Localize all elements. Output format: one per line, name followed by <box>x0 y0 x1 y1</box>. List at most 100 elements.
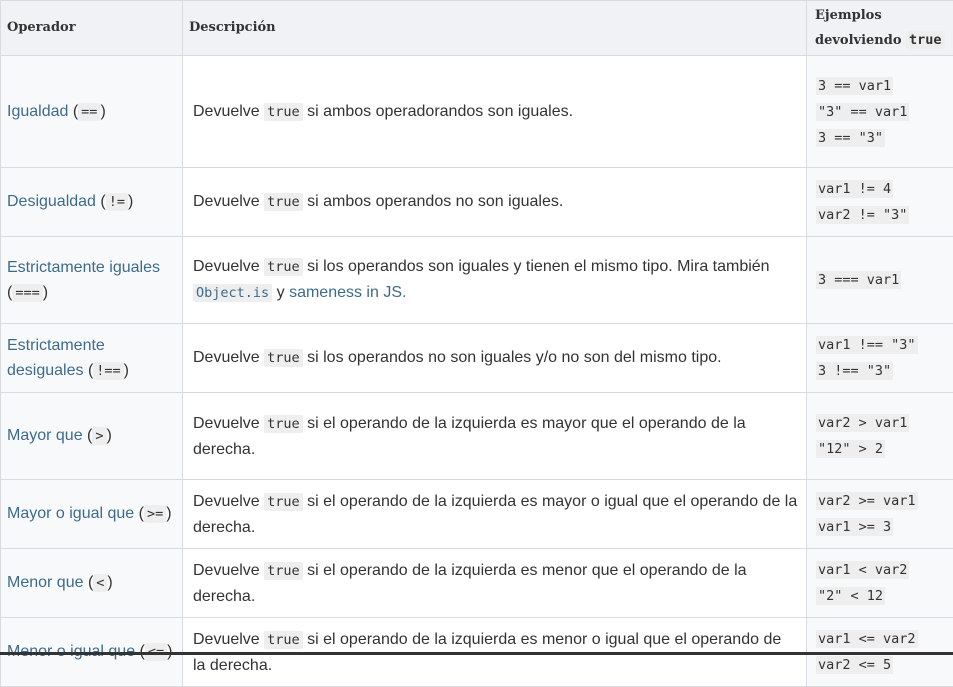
example-line: 3 !== "3" <box>816 358 947 384</box>
desc-end: . <box>402 284 406 301</box>
example-line: 3 == var1 <box>816 73 947 99</box>
examples-cell: var1 != 4 var2 != "3" <box>807 168 953 237</box>
examples-cell: 3 == var1 "3" == var1 3 == "3" <box>807 56 953 168</box>
operator-cell: Igualdad (==) <box>1 56 183 168</box>
examples-cell: var2 >= var1var1 >= 3 <box>807 480 953 549</box>
operator-paren-close: ) <box>124 362 129 379</box>
example-code: 3 === var1 <box>816 271 901 289</box>
desc-pre: Devuelve <box>193 562 260 579</box>
table-row: Mayor que (>)Devuelve true si el operand… <box>1 393 953 480</box>
operator-symbol: == <box>78 103 100 121</box>
description-cell: Devuelve true si los operandos no son ig… <box>183 324 807 393</box>
example-line: var1 <= var2 <box>816 626 947 652</box>
example-line: "2" < 12 <box>816 583 947 609</box>
example-line: var2 <= 5 <box>816 652 947 678</box>
example-line: "12" > 2 <box>816 436 947 462</box>
examples-cell: var2 > var1 "12" > 2 <box>807 393 953 480</box>
operator-cell: Mayor o igual que (>=) <box>1 480 183 549</box>
desc-pre: Devuelve <box>193 103 260 120</box>
example-code: "3" == var1 <box>816 103 909 121</box>
description-cell: Devuelve true si los operandos son igual… <box>183 237 807 324</box>
example-code: "2" < 12 <box>816 587 885 605</box>
desc-post: si los operandos no son iguales y/o no s… <box>307 349 721 366</box>
operator-paren-close: ) <box>43 284 48 301</box>
example-code: 3 !== "3" <box>816 362 893 380</box>
example-line: var1 !== "3" <box>816 332 947 358</box>
operator-link[interactable]: Mayor o igual que <box>7 505 134 522</box>
example-code: var2 != "3" <box>816 206 909 224</box>
desc-code: true <box>264 103 303 121</box>
example-line: var1 != 4 <box>816 176 947 202</box>
header-ejemplos-text: Ejemplos devolviendo <box>815 8 902 48</box>
table-row: Estrictamente desiguales (!==)Devuelve t… <box>1 324 953 393</box>
example-code: 3 == "3" <box>816 129 885 147</box>
operator-cell: Desigualdad (!=) <box>1 168 183 237</box>
desc-post: si los operandos son iguales y tienen el… <box>307 258 769 275</box>
header-ejemplos-code: true <box>906 31 945 49</box>
table-row: Menor que (<)Devuelve true si el operand… <box>1 549 953 618</box>
header-operador: Operador <box>1 1 183 56</box>
desc-code: true <box>264 631 303 649</box>
example-line: "3" == var1 <box>816 99 947 125</box>
operator-link[interactable]: Desigualdad <box>7 193 96 210</box>
example-line: var2 > var1 <box>816 410 947 436</box>
operator-symbol: === <box>12 284 42 302</box>
header-descripcion: Descripción <box>183 1 807 56</box>
desc-join: y <box>277 284 285 301</box>
example-line: 3 == "3" <box>816 125 947 151</box>
example-line: var1 < var2 <box>816 557 947 583</box>
desc-pre: Devuelve <box>193 493 260 510</box>
desc-code: true <box>264 258 303 276</box>
table-row: Desigualdad (!=)Devuelve true si ambos o… <box>1 168 953 237</box>
examples-cell: var1 !== "3" 3 !== "3" <box>807 324 953 393</box>
description-cell: Devuelve true si el operando de la izqui… <box>183 480 807 549</box>
example-code: var1 <= var2 <box>816 630 918 648</box>
example-code: var2 <= 5 <box>816 656 893 674</box>
example-code: var2 > var1 <box>816 414 909 432</box>
desc-pre: Devuelve <box>193 349 260 366</box>
operator-paren-close: ) <box>166 505 171 522</box>
operator-paren-close: ) <box>107 574 112 591</box>
example-code: "12" > 2 <box>816 440 885 458</box>
example-code: var1 != 4 <box>816 180 893 198</box>
description-cell: Devuelve true si el operando de la izqui… <box>183 549 807 618</box>
operator-symbol: !== <box>93 362 123 380</box>
operator-paren-open: ( <box>100 193 105 210</box>
operator-paren-close: ) <box>128 193 133 210</box>
example-code: var1 !== "3" <box>816 336 918 354</box>
example-line: var2 >= var1 <box>816 488 947 514</box>
operator-symbol: < <box>93 574 107 592</box>
examples-cell: var1 < var2 "2" < 12 <box>807 549 953 618</box>
operators-table: Operador Descripción Ejemplos devolviend… <box>0 0 953 687</box>
example-line: var1 >= 3 <box>816 514 947 540</box>
example-line: 3 === var1 <box>816 267 947 293</box>
table-row: Estrictamente iguales (===)Devuelve true… <box>1 237 953 324</box>
operator-paren-close: ) <box>100 103 105 120</box>
desc-code: true <box>264 562 303 580</box>
operator-symbol: != <box>106 193 128 211</box>
operator-link[interactable]: Estrictamente iguales <box>7 259 160 276</box>
examples-cell: 3 === var1 <box>807 237 953 324</box>
header-ejemplos: Ejemplos devolviendo true <box>807 1 953 56</box>
desc-code: true <box>264 415 303 433</box>
desc-code: true <box>264 493 303 511</box>
desc-post: si ambos operadorandos son iguales. <box>307 103 573 120</box>
sameness-link[interactable]: sameness in JS <box>289 284 402 301</box>
desc-code: true <box>264 349 303 367</box>
operator-symbol: > <box>92 427 106 445</box>
table-row: Igualdad (==) Devuelve true si ambos oper… <box>1 56 953 168</box>
operator-link[interactable]: Mayor que <box>7 427 83 444</box>
operator-link[interactable]: Igualdad <box>7 103 68 120</box>
desc-pre: Devuelve <box>193 258 260 275</box>
desc-pre: Devuelve <box>193 415 260 432</box>
desc-pre: Devuelve <box>193 193 260 210</box>
desc-post: si ambos operandos no son iguales. <box>307 193 563 210</box>
operator-link[interactable]: Menor que <box>7 574 84 591</box>
object-is-link[interactable]: Object.is <box>193 284 272 302</box>
operator-cell: Estrictamente desiguales (!==) <box>1 324 183 393</box>
example-line: var2 != "3" <box>816 202 947 228</box>
description-cell: Devuelve true si el operando de la izqui… <box>183 393 807 480</box>
operator-symbol: >= <box>144 505 166 523</box>
operator-cell: Mayor que (>) <box>1 393 183 480</box>
example-code: var1 < var2 <box>816 561 909 579</box>
